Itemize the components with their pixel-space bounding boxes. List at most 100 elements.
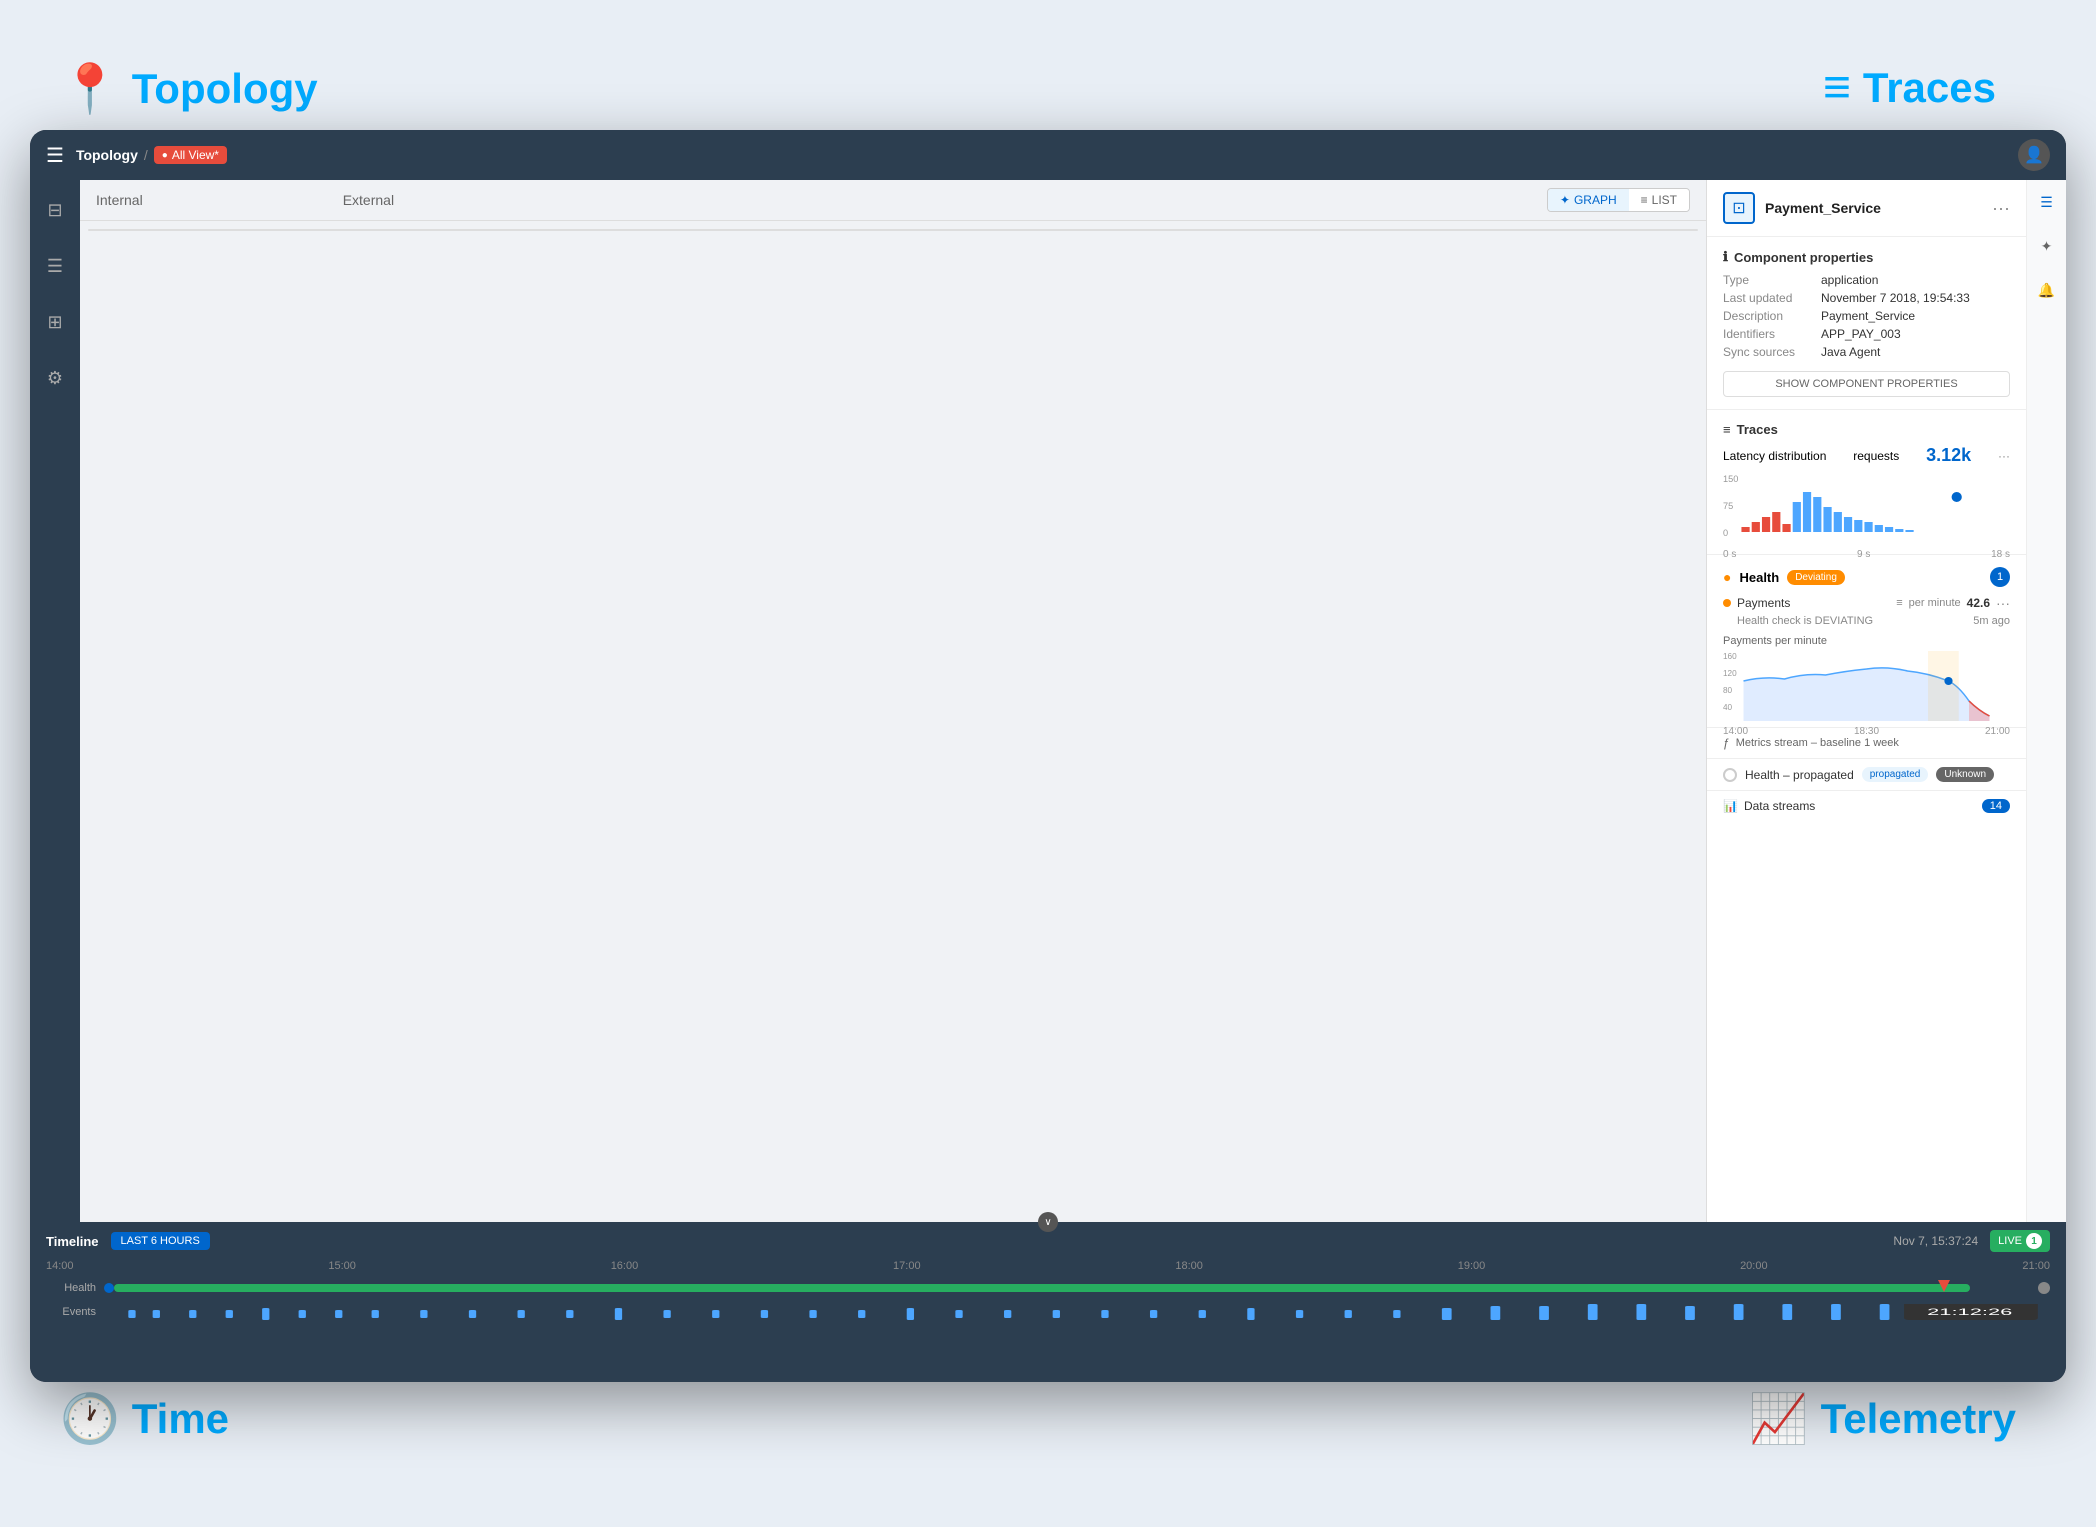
graph-header: Internal External ✦ GRAPH ≡ LIST — [80, 180, 1706, 221]
svg-text:120: 120 — [1723, 669, 1737, 678]
svg-text:150: 150 — [1723, 474, 1738, 484]
show-comp-props-btn[interactable]: SHOW COMPONENT PROPERTIES — [1723, 371, 2010, 397]
data-streams-count: 14 — [1982, 799, 2010, 813]
view-badge[interactable]: All View* — [154, 146, 227, 164]
live-badge: LIVE 1 — [1990, 1230, 2050, 1252]
telemetry-label-text: Telemetry — [1821, 1395, 2016, 1443]
telemetry-icon: 📈 — [1749, 1390, 1809, 1447]
right-panel-header: ⊡ Payment_Service ··· — [1707, 180, 2026, 237]
topology-svg: ≡ 6.034 ms ↑ 21/s — [159, 230, 1697, 231]
prop-sync: Sync sources Java Agent — [1723, 345, 2010, 359]
breadcrumb: Topology / All View* — [76, 146, 227, 164]
timeline-events-row: Events — [46, 1300, 2050, 1324]
traces-label-text: Traces — [1863, 64, 1996, 112]
far-icon-bell[interactable]: 🔔 — [2033, 276, 2061, 304]
chart-title: Payments per minute — [1723, 635, 2010, 647]
svg-text:0: 0 — [1723, 528, 1728, 538]
prop-updated: Last updated November 7 2018, 19:54:33 — [1723, 291, 2010, 305]
traces-section: ≡ Traces Latency distribution requests 3… — [1707, 410, 2026, 555]
timeline-bar: ∨ Timeline LAST 6 HOURS Nov 7, 15:37:24 … — [30, 1222, 2066, 1382]
view-toggle: ✦ GRAPH ≡ LIST — [1547, 188, 1690, 212]
time-label: 🕐 Time — [60, 1390, 229, 1447]
app-window: ☰ Topology / All View* 👤 ⊟ ☰ ⊞ ⚙ Interna… — [30, 130, 2066, 1382]
telemetry-label: 📈 Telemetry — [1749, 1390, 2016, 1447]
view-badge-text: All View* — [172, 148, 219, 162]
time-axis-row: 14:00 15:00 16:00 17:00 18:00 19:00 20:0… — [46, 1260, 2050, 1276]
more-btn[interactable]: ··· — [1992, 198, 2010, 219]
sidebar-layers-icon[interactable]: ⊞ — [37, 304, 73, 340]
top-bar-right: 👤 — [2018, 139, 2050, 171]
service-icon: ⊡ — [1723, 192, 1755, 224]
far-icon-star[interactable]: ✦ — [2033, 232, 2061, 260]
fn-icon: ƒ — [1723, 736, 1730, 750]
health-radio[interactable] — [1723, 768, 1737, 782]
col-internal: Internal — [96, 192, 143, 208]
svg-text:21:12:26: 21:12:26 — [1927, 1307, 2012, 1317]
hamburger-icon[interactable]: ☰ — [46, 143, 64, 168]
metric-name: Payments — [1737, 596, 1890, 610]
svg-text:75: 75 — [1723, 501, 1733, 511]
collapse-handle[interactable]: ∨ — [1038, 1212, 1058, 1232]
prop-ident: Identifiers APP_PAY_003 — [1723, 327, 2010, 341]
topology-area: Internal External ✦ GRAPH ≡ LIST — [80, 180, 1706, 1222]
topology-label-text: Topology — [132, 65, 318, 113]
list-view-btn[interactable]: ≡ LIST — [1629, 189, 1689, 211]
traces-section-title: ≡ Traces — [1723, 422, 2010, 437]
propagated-badge: propagated — [1862, 767, 1929, 782]
requests-count: 3.12k — [1926, 445, 1971, 466]
latency-chart: 150 75 0 — [1723, 472, 2010, 542]
per-minute: per minute — [1909, 597, 1961, 609]
unknown-badge: Unknown — [1936, 767, 1994, 782]
far-right-sidebar: ☰ ✦ 🔔 — [2026, 180, 2066, 1222]
main-content: ⊟ ☰ ⊞ ⚙ Internal External ✦ GRAPH ≡ LIST — [30, 180, 2066, 1222]
health-propagated-row: Health – propagated propagated Unknown — [1707, 759, 2026, 791]
timeline-date: Nov 7, 15:37:24 — [1893, 1234, 1978, 1248]
latency-more[interactable]: ··· — [1998, 449, 2010, 463]
sidebar-settings-icon[interactable]: ⚙ — [37, 360, 73, 396]
last-6h-badge[interactable]: LAST 6 HOURS — [111, 1232, 210, 1250]
timeline-label: Timeline — [46, 1234, 99, 1249]
svg-text:160: 160 — [1723, 652, 1737, 661]
top-bar: ☰ Topology / All View* 👤 — [30, 130, 2066, 180]
metrics-stream-row: ƒ Metrics stream – baseline 1 week — [1707, 728, 2026, 759]
latency-label: Latency distribution — [1723, 449, 1826, 463]
health-prop-label: Health – propagated — [1745, 768, 1854, 782]
graph-view-btn[interactable]: ✦ GRAPH — [1548, 189, 1629, 211]
prop-type: Type application — [1723, 273, 2010, 287]
topology-label: 📍 Topology — [60, 60, 318, 117]
data-streams-row[interactable]: 📊 Data streams 14 — [1707, 791, 2026, 821]
timeline-events-label: Events — [46, 1306, 96, 1318]
user-avatar[interactable]: 👤 — [2018, 139, 2050, 171]
col-external: External — [343, 192, 394, 208]
prop-desc: Description Payment_Service — [1723, 309, 2010, 323]
breadcrumb-separator: / — [144, 147, 148, 163]
events-track: 21:12:26 — [104, 1304, 2050, 1320]
topology-icon: 📍 — [60, 60, 120, 117]
svg-text:80: 80 — [1723, 686, 1733, 695]
far-icon-list[interactable]: ☰ — [2033, 188, 2061, 216]
health-track — [104, 1284, 2050, 1292]
traces-label: ≡ Traces — [1823, 60, 1996, 115]
metric-value: 42.6 — [1967, 596, 1990, 610]
component-properties-section: ℹ Component properties Type application … — [1707, 237, 2026, 410]
orange-dot — [1723, 599, 1731, 607]
sidebar-filter-icon[interactable]: ⊟ — [37, 192, 73, 228]
latency-row: Latency distribution requests 3.12k ··· — [1723, 445, 2010, 466]
svg-text:40: 40 — [1723, 703, 1733, 712]
sidebar-list-icon[interactable]: ☰ — [37, 248, 73, 284]
timeline-content: 14:00 15:00 16:00 17:00 18:00 19:00 20:0… — [30, 1260, 2066, 1382]
health-count: 1 — [1990, 567, 2010, 587]
deviating-badge: Deviating — [1787, 570, 1845, 585]
right-panel: ⊡ Payment_Service ··· ℹ Component proper… — [1706, 180, 2026, 1222]
health-metric-more[interactable]: ··· — [1996, 595, 2010, 611]
health-section: ● Health Deviating 1 Payments ≡ per minu… — [1707, 555, 2026, 728]
health-metric-row: Payments ≡ per minute 42.6 ··· — [1723, 595, 2010, 611]
topo-panel: Business Applications Process Steps Serv… — [88, 229, 1698, 231]
requests-label: requests — [1853, 449, 1899, 463]
data-streams-label: Data streams — [1744, 799, 1815, 813]
col-labels: Internal External — [96, 192, 394, 208]
left-sidebar: ⊟ ☰ ⊞ ⚙ — [30, 180, 80, 1222]
time-ago: 5m ago — [1973, 615, 2010, 627]
breadcrumb-topology: Topology — [76, 147, 138, 163]
data-streams-icon: 📊 — [1723, 799, 1738, 813]
